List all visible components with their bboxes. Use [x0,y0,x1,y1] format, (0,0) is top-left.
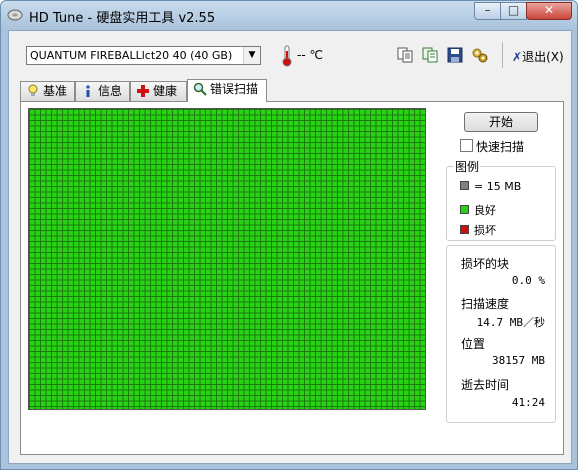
health-cross-icon [137,85,149,97]
hard-disk-app-icon [7,9,23,21]
damaged-blocks-label: 损坏的块 [461,257,510,271]
quick-scan-label: 快速扫描 [476,140,525,154]
scan-stats-group: 损坏的块 0.0 % 扫描速度 14.7 MB／秒 位置 38157 MB 逝去… [446,245,556,423]
damaged-blocks-value: 0.0 % [511,274,545,287]
copy-all-icon[interactable] [421,46,439,64]
green-block-swatch [460,205,469,214]
exit-icon: ✗ [512,50,523,64]
tab-info[interactable]: 信息 [75,81,130,101]
copy-icon[interactable] [396,46,414,64]
exit-button[interactable]: ✗退出(X) [512,48,564,65]
close-button[interactable]: ✕ [526,2,572,20]
minimize-button[interactable]: – [474,2,501,20]
title-bar[interactable]: HD Tune - 硬盘实用工具 v2.55 – □ ✕ [1,1,577,29]
window-title: HD Tune - 硬盘实用工具 v2.55 [29,11,216,26]
position-value: 38157 MB [492,354,545,367]
client-area: QUANTUM FIREBALLlct20 40 (40 GB) ▼ -- ℃ [8,30,572,464]
info-icon [86,85,90,97]
toolbar: QUANTUM FIREBALLlct20 40 (40 GB) ▼ -- ℃ [9,31,571,77]
legend-block-size-label: = 15 MB [474,180,522,193]
error-scan-panel: 开始 快速扫描 图例 = 15 MB 良好 损坏 损坏的块 0.0 % 扫描速度… [20,101,564,455]
elapsed-time-value: 41:24 [511,396,545,409]
maximize-button[interactable]: □ [500,2,527,20]
scan-speed-label: 扫描速度 [461,297,510,311]
legend-group: 图例 = 15 MB 良好 损坏 [446,158,556,241]
lightbulb-icon [28,84,38,96]
legend-block-size: = 15 MB [460,180,521,193]
legend-good-label: 良好 [474,204,496,217]
temperature-readout: -- ℃ [297,48,323,62]
tab-health-label: 健康 [153,84,178,98]
legend-damaged: 损坏 [460,222,496,238]
red-block-swatch [460,225,469,234]
position-label: 位置 [461,337,486,351]
tab-benchmark[interactable]: 基准 [20,81,75,101]
drive-select[interactable]: QUANTUM FIREBALLlct20 40 (40 GB) ▼ [26,46,261,65]
toolbar-separator [502,42,503,68]
drive-select-value: QUANTUM FIREBALLlct20 40 (40 GB) [30,49,233,62]
magnifier-icon [193,82,207,96]
exit-label: 退出(X) [522,50,564,64]
tab-error-scan[interactable]: 错误扫描 [187,79,267,102]
start-button[interactable]: 开始 [464,112,538,132]
checkbox-icon[interactable] [460,139,473,152]
elapsed-time-label: 逝去时间 [461,378,510,392]
gray-block-swatch [460,181,469,190]
legend-good: 良好 [460,202,496,218]
tab-error-scan-label: 错误扫描 [210,82,259,96]
quick-scan-checkbox[interactable]: 快速扫描 [460,138,524,155]
save-icon[interactable] [446,46,464,64]
options-icon[interactable] [471,46,489,64]
tab-info-label: 信息 [98,84,123,98]
tab-benchmark-label: 基准 [43,84,68,98]
scan-block-map [28,108,426,410]
chevron-down-icon[interactable]: ▼ [243,47,260,64]
legend-damaged-label: 损坏 [474,224,496,237]
scan-speed-value: 14.7 MB／秒 [476,316,545,329]
legend-title: 图例 [454,158,481,175]
thermometer-icon [282,45,292,67]
tab-health[interactable]: 健康 [130,81,187,101]
hdtune-window: HD Tune - 硬盘实用工具 v2.55 – □ ✕ QUANTUM FIR… [0,0,578,470]
